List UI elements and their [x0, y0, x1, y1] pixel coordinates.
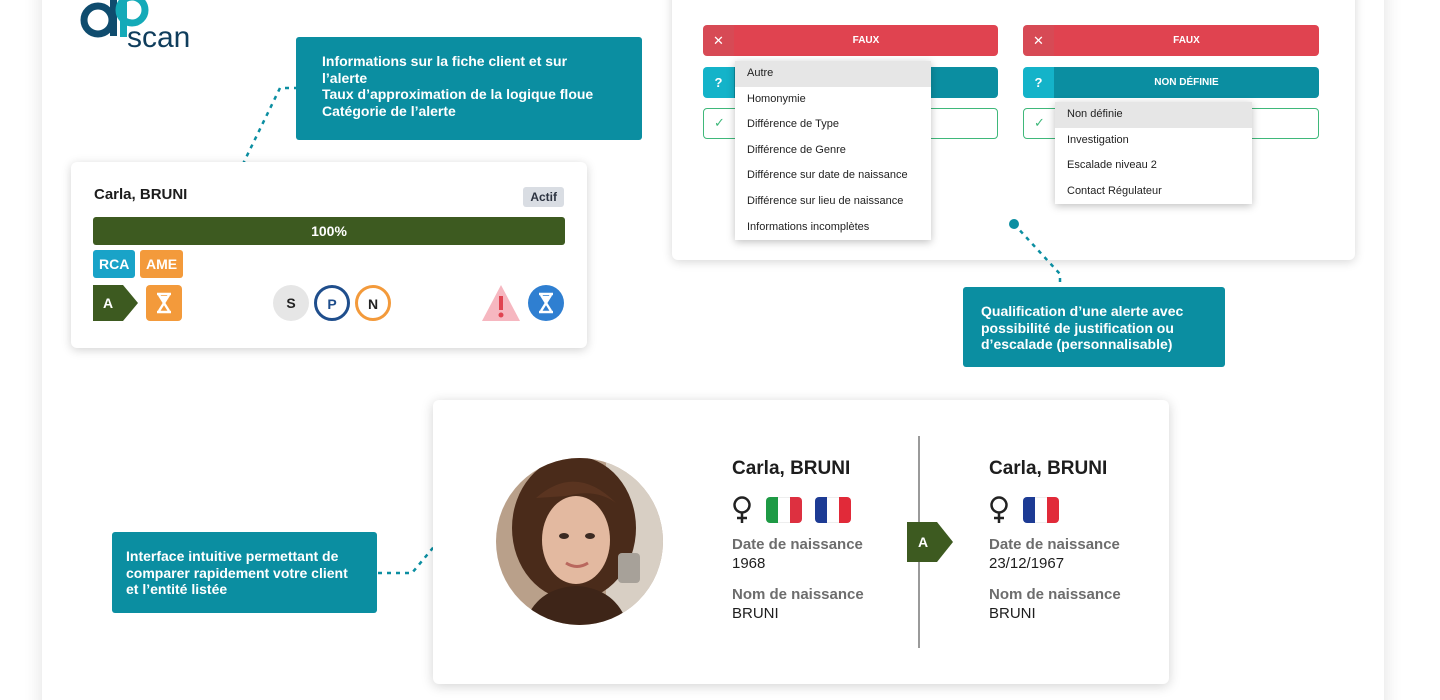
callout-line: Taux d’approximation de la logique floue — [322, 86, 594, 102]
birth-date-label: Date de naissance — [989, 536, 1120, 553]
status-badge: Actif — [523, 187, 564, 207]
p-badge[interactable]: P — [314, 285, 350, 321]
qualification-callout: Qualification d’une alerte avec possibil… — [963, 287, 1225, 367]
close-icon: ✕ — [1023, 25, 1054, 56]
rca-tag[interactable]: RCA — [93, 250, 136, 278]
check-icon: ✓ — [1034, 115, 1045, 130]
category-label: A — [102, 295, 114, 311]
interface-callout: Interface intuitive permettant de compar… — [112, 532, 377, 613]
alert-card[interactable]: Carla, BRUNI Actif 100% RCA AME A S P N — [71, 162, 587, 348]
client-name: Carla, BRUNI — [94, 186, 188, 203]
dropdown-option[interactable]: Différence sur date de naissance — [735, 163, 931, 189]
dropdown-option[interactable]: Différence sur lieu de naissance — [735, 189, 931, 215]
dropdown-option[interactable]: Escalade niveau 2 — [1055, 153, 1252, 179]
birth-date-value: 1968 — [732, 555, 766, 572]
dropdown-option[interactable]: Investigation — [1055, 128, 1252, 154]
apscan-logo: scan — [80, 0, 190, 52]
escalation-dropdown[interactable]: Non définie Investigation Escalade nivea… — [1055, 102, 1252, 205]
comparison-card: Carla, BRUNI Date de naissance 1968 Nom … — [433, 400, 1169, 684]
callout-line: d’escalade (personnalisable) — [981, 336, 1173, 352]
callout-line: Qualification d’une alerte avec — [981, 303, 1184, 319]
dropdown-option[interactable]: Différence de Type — [735, 112, 931, 138]
justification-dropdown[interactable]: Autre Homonymie Différence de Type Diffé… — [735, 61, 931, 241]
question-icon: ? — [703, 67, 734, 98]
female-icon — [990, 496, 1008, 523]
ame-tag[interactable]: AME — [140, 250, 184, 278]
birth-date-value: 23/12/1967 — [989, 555, 1065, 572]
question-icon: ? — [1023, 67, 1054, 98]
false-label: FAUX — [734, 25, 998, 56]
female-icon — [733, 496, 751, 523]
svg-text:scan: scan — [127, 21, 190, 52]
listed-name: Carla, BRUNI — [989, 458, 1108, 479]
close-icon: ✕ — [703, 25, 734, 56]
dropdown-option[interactable]: Autre — [735, 61, 931, 87]
client-photo — [496, 458, 663, 625]
false-button-right[interactable]: ✕ FAUX — [1023, 25, 1319, 56]
italy-flag-icon — [766, 497, 802, 523]
info-callout: Informations sur la fiche client et sur … — [296, 37, 642, 140]
connector-dots — [1009, 219, 1062, 290]
dropdown-option[interactable]: Non définie — [1055, 102, 1252, 128]
callout-line: comparer rapidement votre client — [126, 564, 348, 581]
undefined-label: NON DÉFINIE — [1054, 67, 1319, 98]
callout-line: Interface intuitive permettant de — [126, 548, 339, 564]
callout-line: Catégorie de l’alerte — [322, 102, 456, 119]
birth-date-label: Date de naissance — [732, 536, 863, 553]
callout-line: l’alerte — [322, 69, 368, 86]
undefined-button-right[interactable]: ? NON DÉFINIE — [1023, 67, 1319, 98]
callout-line: et l’entité listée — [126, 581, 228, 597]
france-flag-icon — [815, 497, 851, 523]
hourglass-icon[interactable] — [146, 285, 182, 321]
client-name: Carla, BRUNI — [732, 458, 851, 479]
warning-icon[interactable] — [480, 283, 522, 323]
s-badge[interactable]: S — [273, 285, 309, 321]
dropdown-option[interactable]: Différence de Genre — [735, 138, 931, 164]
dropdown-option[interactable]: Contact Régulateur — [1055, 179, 1252, 205]
france-flag-icon — [1023, 497, 1059, 523]
false-label: FAUX — [1054, 25, 1319, 56]
check-icon: ✓ — [714, 115, 725, 130]
false-button-left[interactable]: ✕ FAUX — [703, 25, 998, 56]
n-badge[interactable]: N — [355, 285, 391, 321]
dropdown-option[interactable]: Informations incomplètes — [735, 215, 931, 241]
callout-line: Informations sur la fiche client et sur — [322, 53, 568, 69]
match-progress-bar: 100% — [93, 217, 565, 245]
birth-name-label: Nom de naissance — [732, 586, 864, 603]
category-label: A — [917, 534, 929, 550]
hourglass-status-icon[interactable] — [528, 285, 564, 321]
callout-line: possibilité de justification ou — [981, 319, 1174, 336]
birth-name-value: BRUNI — [732, 605, 779, 622]
birth-name-label: Nom de naissance — [989, 586, 1121, 603]
birth-name-value: BRUNI — [989, 605, 1036, 622]
dropdown-option[interactable]: Homonymie — [735, 87, 931, 113]
